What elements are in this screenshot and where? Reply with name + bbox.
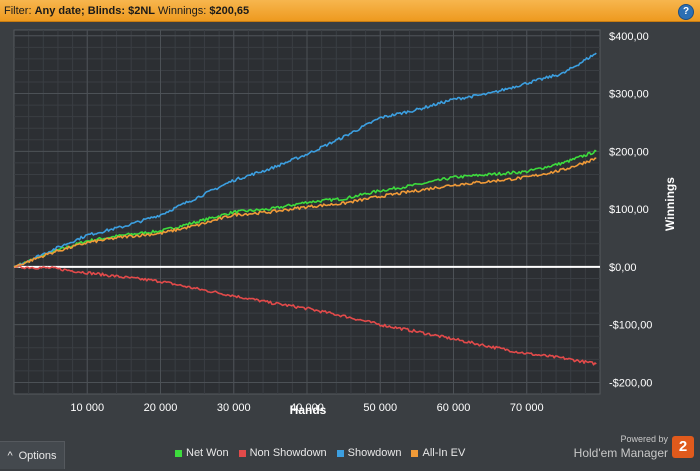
chart-grid — [14, 30, 600, 394]
filter-bar: Filter: Any date; Blinds: $2NL Winnings:… — [0, 0, 700, 22]
help-icon[interactable]: ? — [678, 4, 694, 20]
x-tick-label: 50 000 — [363, 402, 397, 414]
y-tick-label: $200,00 — [609, 146, 649, 158]
x-axis-label: Hands — [290, 403, 327, 417]
y-tick-label: $100,00 — [609, 204, 649, 216]
y-tick-label: $400,00 — [609, 31, 649, 43]
legend-item[interactable]: All-In EV — [411, 446, 465, 460]
x-tick-label: 10 000 — [70, 402, 104, 414]
legend-swatch — [336, 449, 344, 457]
powered-by-text: Powered by — [620, 434, 668, 444]
y-tick-label: -$100,00 — [609, 320, 652, 332]
legend-swatch — [411, 449, 419, 457]
x-tick-label: 20 000 — [144, 402, 178, 414]
filter-winnings-value: $200,65 — [209, 4, 250, 17]
y-tick-label: -$200,00 — [609, 377, 652, 389]
x-tick-label: 60 000 — [437, 402, 471, 414]
y-axis-label: Winnings — [663, 177, 677, 231]
chart-legend: Net Won Non Showdown Showdown All-In EV — [175, 446, 465, 460]
brand-logo-icon: 2 — [672, 436, 694, 458]
filter-prefix: Filter: — [4, 4, 32, 17]
options-button[interactable]: ^ Options — [0, 441, 65, 469]
y-tick-label: $300,00 — [609, 89, 649, 101]
filter-winnings-label: Winnings: — [158, 4, 207, 17]
legend-swatch — [175, 449, 182, 457]
legend-label: All-In EV — [422, 447, 466, 459]
legend-item[interactable]: Showdown — [336, 446, 402, 460]
legend-item[interactable]: Net Won — [175, 446, 229, 460]
legend-label: Non Showdown — [249, 447, 327, 459]
chevron-up-icon: ^ — [7, 449, 13, 462]
filter-blinds: Blinds: $2NL — [87, 4, 155, 17]
options-label: Options — [18, 449, 57, 462]
legend-label: Net Won — [186, 447, 229, 459]
legend-label: Showdown — [347, 447, 402, 459]
legend-swatch — [238, 449, 246, 457]
winnings-chart: 10 000 20 000 30 000 40 000 50 000 60 000 70 0… — [13, 29, 677, 417]
legend-item[interactable]: Non Showdown — [238, 446, 327, 460]
brand: Powered by Hold'em Manager 2 — [574, 434, 694, 464]
brand-name: Hold'em Manager — [573, 446, 668, 460]
y-tick-label: $0,00 — [609, 262, 637, 274]
x-tick-label: 30 000 — [217, 402, 251, 414]
filter-date: Any date; — [34, 4, 85, 17]
x-tick-label: 70 000 — [510, 402, 544, 414]
